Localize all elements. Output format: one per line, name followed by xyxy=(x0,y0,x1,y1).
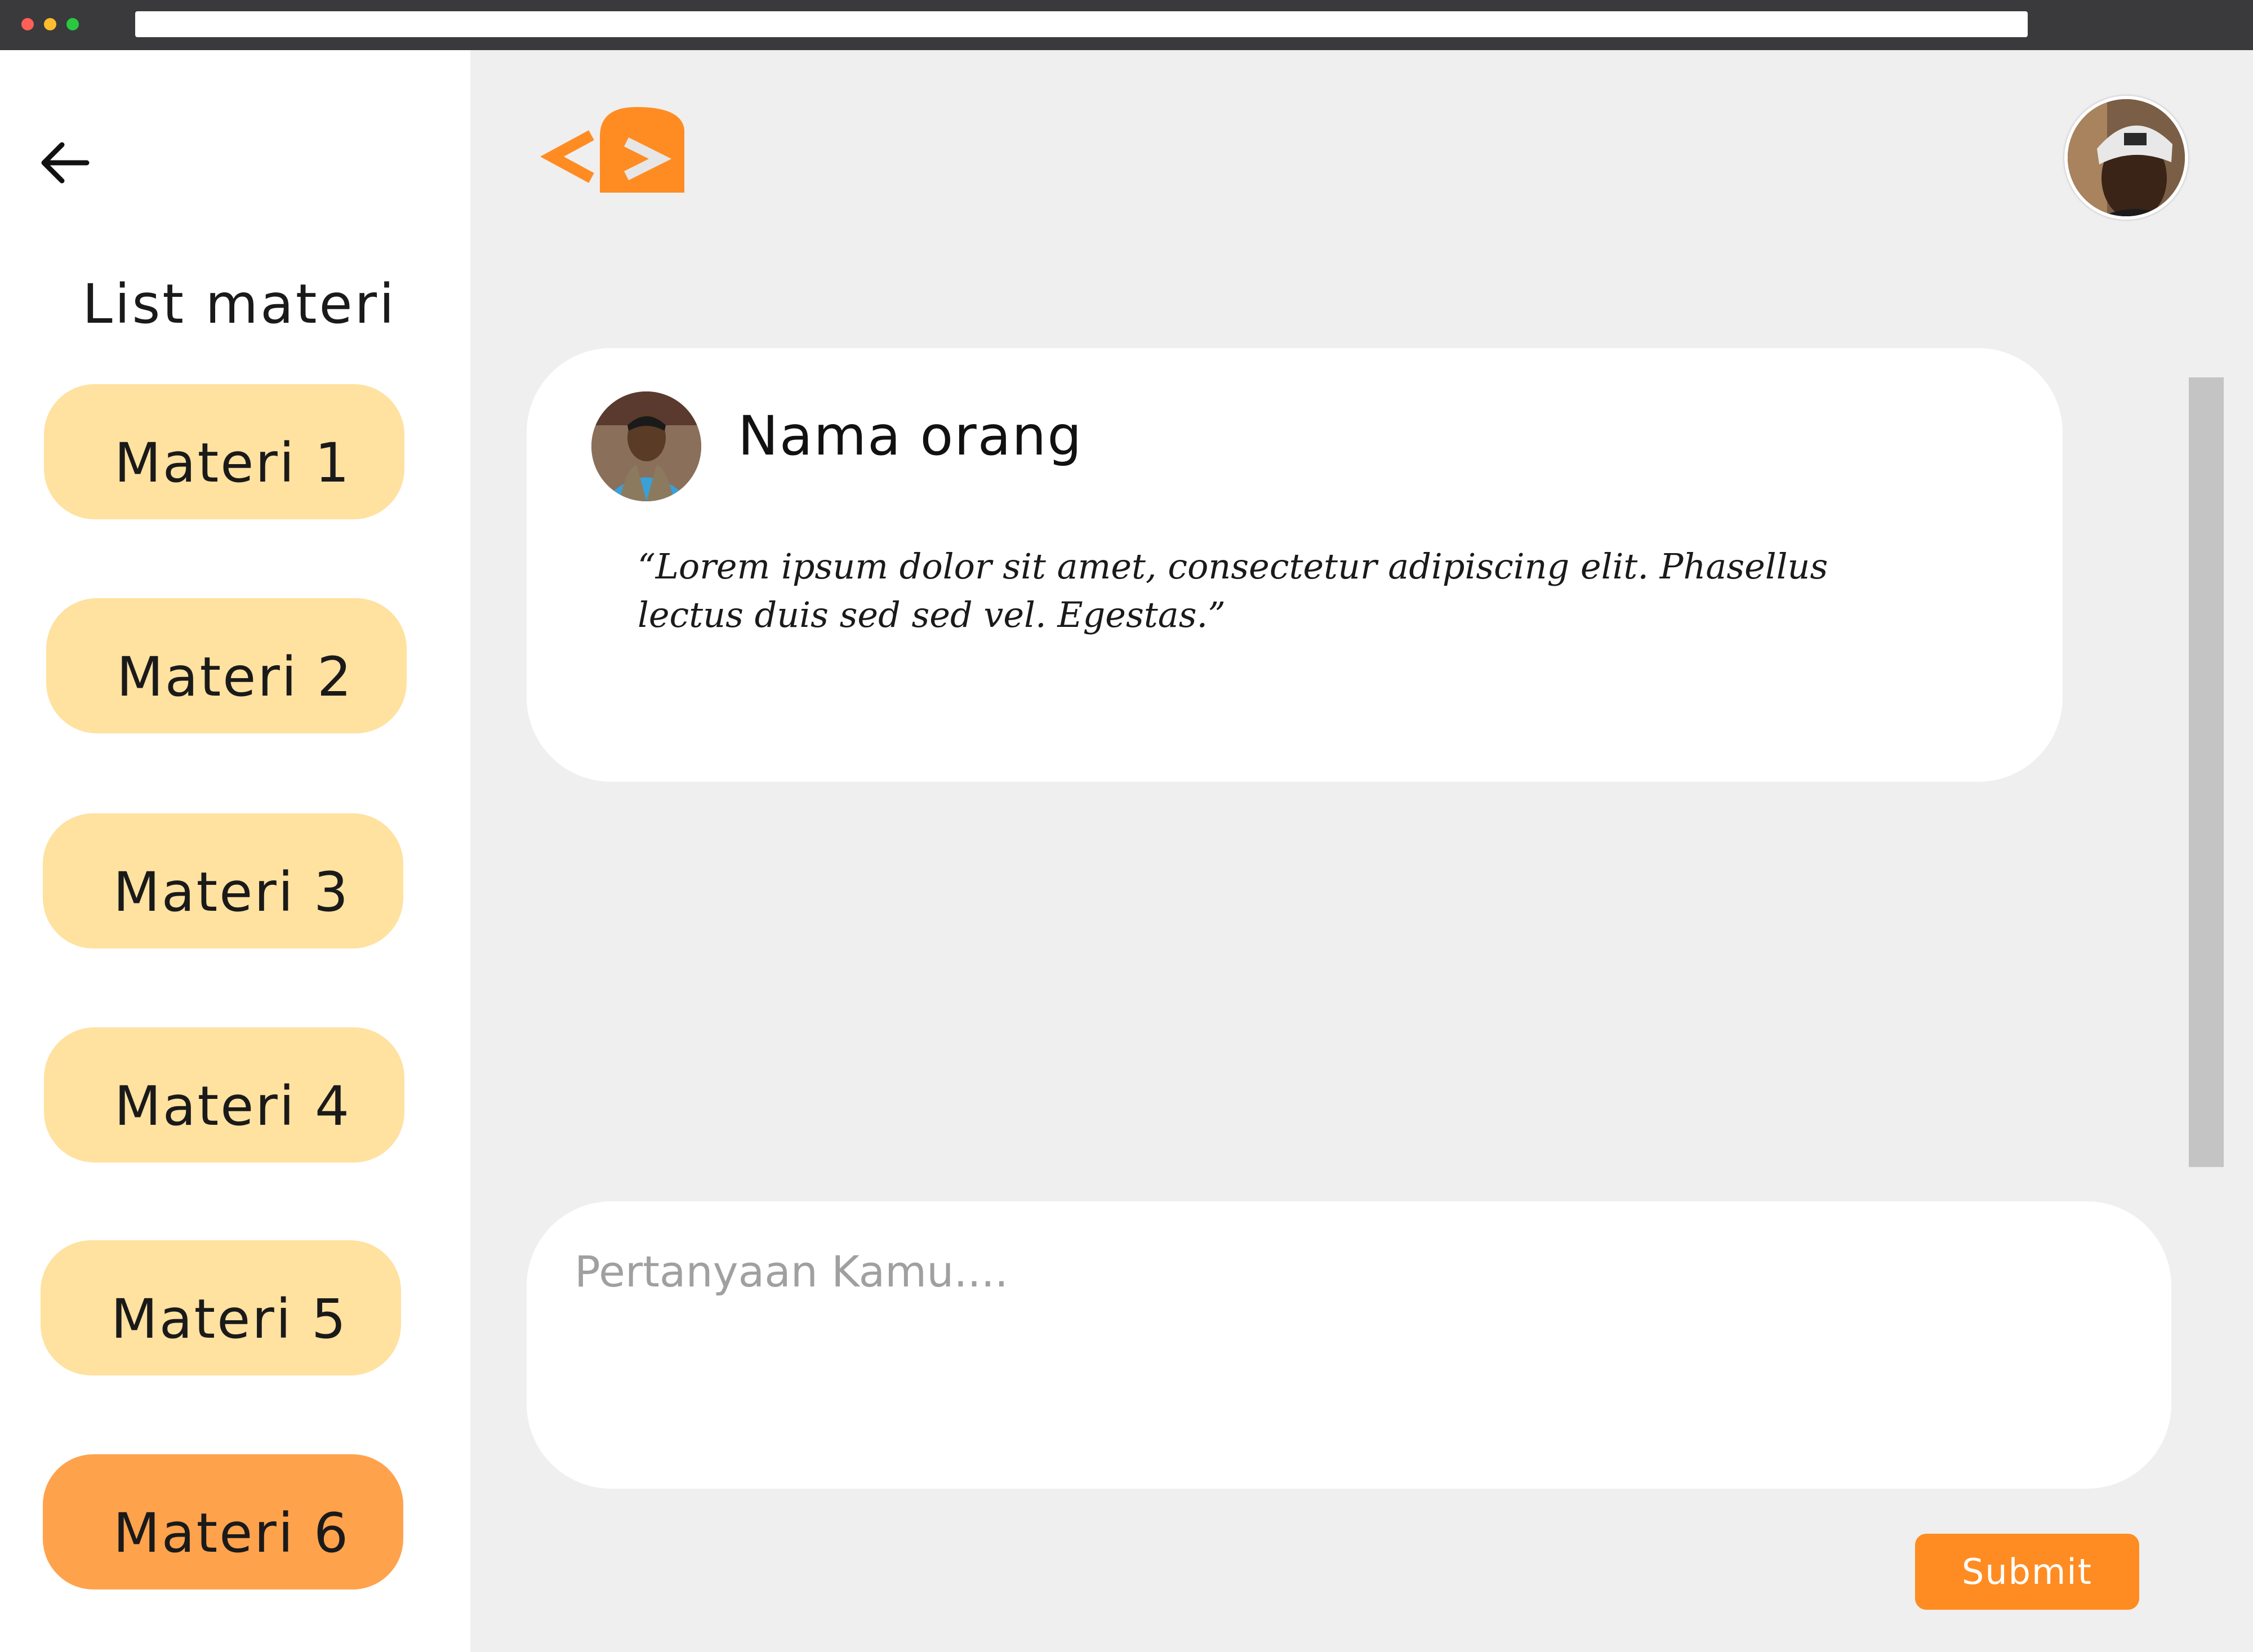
post-author-avatar[interactable] xyxy=(591,391,701,501)
window-minimize-dot[interactable] xyxy=(44,18,56,30)
back-button[interactable] xyxy=(37,135,93,191)
scrollbar[interactable] xyxy=(2189,377,2224,1167)
post-author-avatar-image xyxy=(591,391,701,501)
post-author-name: Nama orang xyxy=(738,404,1083,467)
post-text: “Lorem ipsum dolor sit amet, consectetur… xyxy=(638,546,1828,635)
app-logo[interactable] xyxy=(540,107,687,197)
sidebar-title: List materi xyxy=(82,273,397,336)
sidebar-item-label: Materi 2 xyxy=(116,645,354,709)
sidebar-item-label: Materi 1 xyxy=(114,431,351,495)
arrow-left-icon xyxy=(41,142,90,184)
user-avatar-image xyxy=(2068,99,2185,216)
sidebar-item-materi-6[interactable]: Materi 6 xyxy=(43,1454,403,1589)
sidebar-item-materi-5[interactable]: Materi 5 xyxy=(41,1240,401,1375)
sidebar-item-materi-2[interactable]: Materi 2 xyxy=(46,598,407,733)
window-maximize-dot[interactable] xyxy=(66,18,79,30)
sidebar: List materi Materi 1 Materi 2 Materi 3 M… xyxy=(0,50,470,1652)
sidebar-item-label: Materi 4 xyxy=(114,1075,351,1138)
question-input[interactable] xyxy=(527,1201,2171,1489)
code-bracket-logo xyxy=(540,107,684,193)
submit-button[interactable]: Submit xyxy=(1915,1534,2139,1610)
sidebar-item-label: Materi 5 xyxy=(110,1288,348,1351)
sidebar-item-materi-4[interactable]: Materi 4 xyxy=(44,1027,404,1163)
sidebar-item-label: Materi 6 xyxy=(113,1502,350,1565)
sidebar-item-materi-3[interactable]: Materi 3 xyxy=(43,813,403,949)
user-avatar[interactable] xyxy=(2064,96,2188,220)
sidebar-item-label: Materi 3 xyxy=(113,861,350,924)
window-close-dot[interactable] xyxy=(21,18,34,30)
post-card: Nama orang “Lorem ipsum dolor sit amet, … xyxy=(527,348,2063,782)
address-bar[interactable] xyxy=(135,11,2028,37)
browser-chrome xyxy=(0,0,2253,50)
sidebar-item-materi-1[interactable]: Materi 1 xyxy=(44,384,404,519)
